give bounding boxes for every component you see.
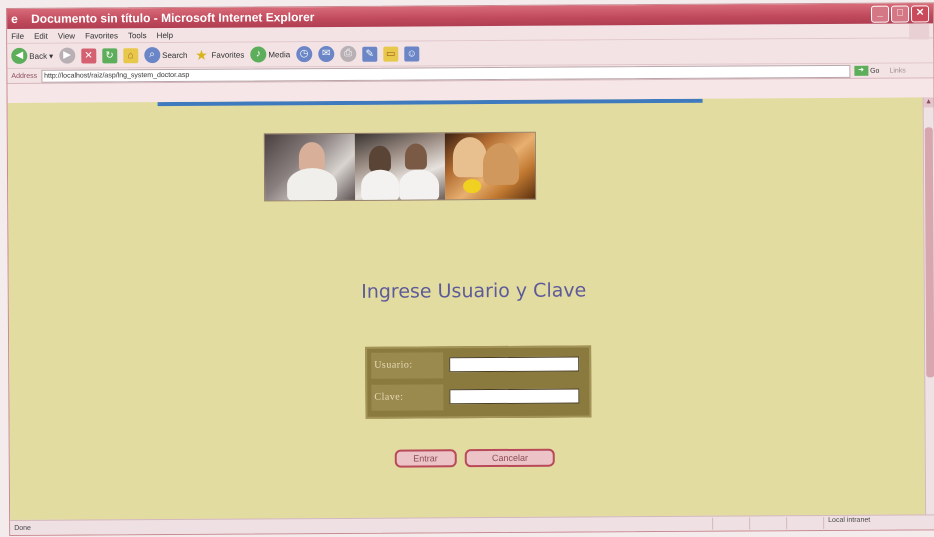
family-photo	[444, 132, 536, 200]
zone-indicator: Local intranet	[823, 516, 934, 530]
minimize-button[interactable]: _	[871, 5, 890, 23]
media-icon: ♪	[250, 46, 267, 63]
media-label: Media	[268, 49, 291, 59]
search-button[interactable]: ⌕ Search	[144, 47, 188, 64]
messenger-button[interactable]: ☺	[404, 45, 420, 62]
scroll-up-icon[interactable]: ▲	[923, 97, 934, 108]
go-arrow-icon: ➜	[854, 65, 869, 76]
mail-button[interactable]: ✉	[318, 45, 335, 63]
menu-file[interactable]: File	[11, 31, 24, 40]
form-buttons: Entrar Cancelar	[10, 445, 926, 470]
back-button[interactable]: ◀ Back ▾	[11, 47, 54, 64]
user-label: Usuario:	[371, 352, 444, 379]
go-button[interactable]: ➜ Go	[854, 65, 880, 76]
media-button[interactable]: ♪ Media	[250, 46, 291, 63]
menu-tools[interactable]: Tools	[128, 31, 147, 40]
close-button[interactable]: ✕	[911, 5, 930, 23]
nurses-photo	[354, 133, 446, 200]
page-heading: Ingrese Usuario y Clave	[361, 279, 587, 303]
cancel-button[interactable]: Cancelar	[464, 448, 556, 468]
search-icon: ⌕	[144, 47, 161, 64]
enter-button[interactable]: Entrar	[394, 449, 457, 468]
chevron-down-icon: ▾	[49, 51, 54, 61]
edit-button[interactable]: ✎	[362, 46, 378, 62]
doctor-photo	[264, 133, 356, 201]
print-button[interactable]: ⎙	[340, 45, 357, 62]
vertical-scrollbar[interactable]: ▲	[922, 97, 934, 516]
password-label: Clave:	[371, 384, 444, 411]
maximize-button[interactable]: □	[891, 5, 910, 23]
links-button[interactable]: Links	[889, 67, 905, 74]
status-text: Done	[14, 524, 31, 532]
window-controls: _ □ ✕	[871, 5, 930, 23]
favorites-button[interactable]: ★ Favorites	[193, 47, 244, 63]
stop-button[interactable]: ✕	[81, 47, 97, 64]
ie-icon: e	[11, 11, 18, 26]
home-button[interactable]: ⌂	[123, 47, 139, 63]
browser-window: e Documento sin título - Microsoft Inter…	[6, 2, 934, 536]
menu-view[interactable]: View	[58, 31, 75, 40]
windows-logo-icon	[909, 23, 930, 40]
folder-button[interactable]: ▭	[383, 46, 399, 62]
status-cell	[712, 517, 750, 530]
user-input[interactable]	[449, 356, 580, 373]
refresh-button[interactable]: ↻	[102, 47, 118, 63]
menu-favorites[interactable]: Favorites	[85, 31, 118, 40]
favorites-label: Favorites	[211, 50, 245, 60]
banner-image	[263, 131, 537, 202]
page-content: Ingrese Usuario y Clave Usuario: Clave: …	[7, 97, 927, 521]
menu-edit[interactable]: Edit	[34, 31, 48, 40]
status-cells: Local intranet	[712, 516, 934, 530]
go-label: Go	[870, 67, 880, 75]
password-row: Clave:	[371, 383, 585, 411]
forward-button[interactable]: ▶	[59, 47, 76, 64]
scroll-thumb[interactable]	[924, 127, 934, 378]
history-button[interactable]: ◷	[296, 46, 313, 63]
address-label: Address	[11, 72, 38, 80]
login-form: Usuario: Clave:	[365, 345, 592, 419]
search-label: Search	[162, 50, 188, 60]
progress-stripe	[157, 98, 703, 107]
star-icon: ★	[195, 46, 208, 63]
back-label: Back	[29, 51, 48, 61]
status-cell	[749, 517, 787, 530]
status-cell	[786, 517, 824, 530]
menu-help[interactable]: Help	[157, 30, 174, 39]
window-title: Documento sin título - Microsoft Interne…	[31, 10, 315, 26]
user-row: Usuario:	[371, 351, 585, 379]
password-input[interactable]	[449, 388, 580, 405]
back-arrow-icon: ◀	[11, 47, 28, 64]
